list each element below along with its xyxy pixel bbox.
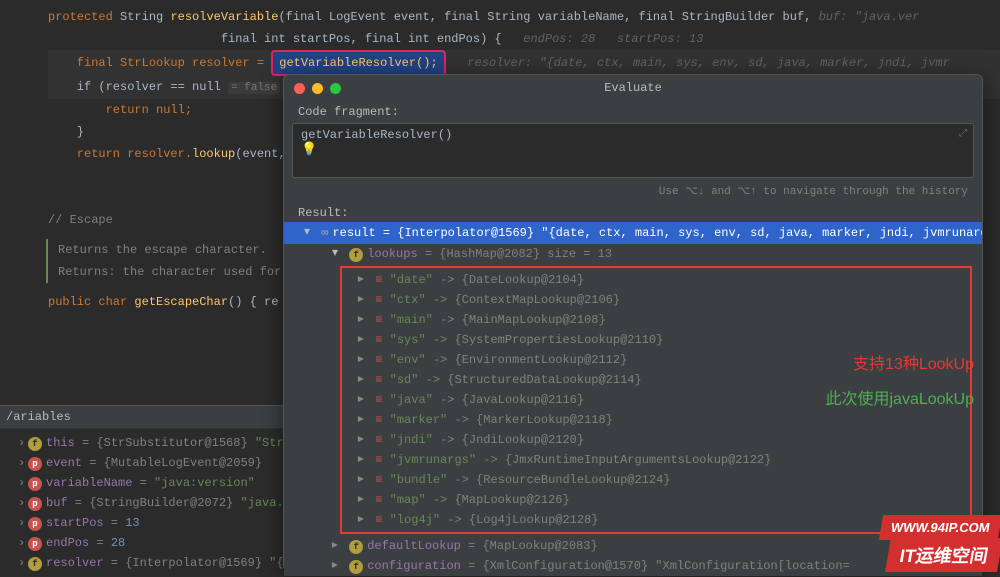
- params2: final int startPos, final int endPos) {: [48, 32, 523, 46]
- variable-row[interactable]: ›pbuf = {StringBuilder@2072} "java.versi…: [0, 493, 310, 513]
- variable-row[interactable]: ›fresolver = {Interpolator@1569} "{date,…: [0, 553, 310, 573]
- evaluate-titlebar[interactable]: Evaluate: [284, 75, 982, 101]
- config-val: = {XmlConfiguration@1570} "XmlConfigurat…: [461, 559, 850, 573]
- variable-row[interactable]: ›pstartPos = 13: [0, 513, 310, 533]
- field-icon: f: [28, 557, 42, 571]
- result-root[interactable]: ▾ ∞result = {Interpolator@1569} "{date, …: [284, 222, 982, 244]
- type-string: String: [120, 10, 170, 24]
- field-icon: f: [28, 437, 42, 451]
- expand-icon[interactable]: ⤢: [959, 128, 967, 140]
- lookup-entry[interactable]: ▾ ≡ "jndi" -> {JndiLookup@2120}: [344, 430, 968, 450]
- getesc-post: () { re: [228, 295, 278, 309]
- window-controls[interactable]: [294, 83, 341, 94]
- param-icon: p: [28, 477, 42, 491]
- highlighted-call[interactable]: getVariableResolver();: [271, 50, 445, 76]
- lookup-entry[interactable]: ▾ ≡ "map" -> {MapLookup@2126}: [344, 490, 968, 510]
- expression-text: getVariableResolver(): [301, 128, 452, 142]
- param-icon: p: [28, 537, 42, 551]
- param-icon: p: [28, 497, 42, 511]
- brace: }: [48, 125, 84, 139]
- defaultlookup-val: = {MapLookup@2083}: [461, 539, 598, 553]
- if-cond: if (resolver == null: [48, 80, 228, 94]
- lookup-entry[interactable]: ▾ ≡ "ctx" -> {ContextMapLookup@2106}: [344, 290, 968, 310]
- variables-title: /ariables: [0, 406, 310, 429]
- defaultlookup-node[interactable]: ▾ fdefaultLookup = {MapLookup@2083}: [284, 536, 982, 556]
- return-pre: return resolver.: [48, 147, 192, 161]
- param-icon: p: [28, 457, 42, 471]
- lookups-node[interactable]: ▾ flookups = {HashMap@2082} size = 13: [284, 244, 982, 264]
- configuration-node[interactable]: ▾ fconfiguration = {XmlConfiguration@157…: [284, 556, 982, 576]
- getvariableresolver-call: getVariableResolver();: [279, 56, 437, 70]
- lookup-args: (event,: [235, 147, 285, 161]
- lookup-entry[interactable]: ▾ ≡ "date" -> {DateLookup@2104}: [344, 270, 968, 290]
- method-name: resolveVariable: [170, 10, 278, 24]
- watermark-brand: IT运维空间: [885, 538, 1000, 572]
- inlay-false: = false: [228, 82, 280, 94]
- expression-input[interactable]: getVariableResolver() ⤢ 💡: [292, 123, 974, 178]
- defaultlookup-name: defaultLookup: [367, 539, 461, 553]
- lookups-val: = {HashMap@2082} size = 13: [418, 247, 612, 261]
- lookup-call: lookup: [192, 147, 235, 161]
- result-root-text: result = {Interpolator@1569} "{date, ctx…: [332, 226, 982, 240]
- inlay-endpos: endPos: 28: [523, 32, 595, 46]
- return-null: return null;: [48, 103, 192, 117]
- field-icon: f: [349, 540, 363, 554]
- lookup-entry[interactable]: ▾ ≡ "main" -> {MainMapLookup@2108}: [344, 310, 968, 330]
- lookup-entry[interactable]: ▾ ≡ "marker" -> {MarkerLookup@2118}: [344, 410, 968, 430]
- annotation-red: 支持13种LookUp: [853, 350, 974, 374]
- getescapechar: getEscapeChar: [134, 295, 228, 309]
- field-icon: f: [349, 248, 363, 262]
- annotation-green: 此次使用javaLookUp: [825, 385, 974, 409]
- lookup-entry[interactable]: ▾ ≡ "sys" -> {SystemPropertiesLookup@211…: [344, 330, 968, 350]
- evaluate-popup[interactable]: Evaluate Code fragment: getVariableResol…: [283, 74, 983, 571]
- config-name: configuration: [367, 559, 461, 573]
- nav-hint: Use ⌥↓ and ⌥↑ to navigate through the hi…: [284, 178, 982, 204]
- zoom-icon[interactable]: [330, 83, 341, 94]
- kw-protected: protected: [48, 10, 120, 24]
- variable-row[interactable]: ›fthis = {StrSubstitutor@1568} "StrSubst…: [0, 433, 310, 453]
- variable-row[interactable]: ›pendPos = 28: [0, 533, 310, 553]
- variable-row[interactable]: ›pvariableName = "java:version": [0, 473, 310, 493]
- variables-body[interactable]: ›fthis = {StrSubstitutor@1568} "StrSubst…: [0, 429, 310, 577]
- evaluate-title: Evaluate: [604, 81, 662, 95]
- bulb-icon[interactable]: 💡: [301, 142, 965, 157]
- lookups-name: lookups: [367, 247, 417, 261]
- escape-comment: // Escape: [48, 213, 113, 227]
- lookup-entry[interactable]: ▾ ≡ "jvmrunargs" -> {JmxRuntimeInputArgu…: [344, 450, 968, 470]
- result-label: Result:: [284, 204, 982, 222]
- inlay-startpos: startPos: 13: [595, 32, 703, 46]
- minimize-icon[interactable]: [312, 83, 323, 94]
- variable-row[interactable]: ›pevent = {MutableLogEvent@2059}: [0, 453, 310, 473]
- params: (final LogEvent event, final String vari…: [278, 10, 818, 24]
- public-char: public char: [48, 295, 134, 309]
- variables-panel[interactable]: /ariables ›fthis = {StrSubstitutor@1568}…: [0, 405, 310, 577]
- resolver-decl: final StrLookup resolver =: [48, 56, 271, 70]
- param-icon: p: [28, 517, 42, 531]
- watermark-url: WWW.94IP.COM: [879, 515, 1000, 540]
- fragment-label: Code fragment:: [284, 101, 982, 123]
- lookup-entry[interactable]: ▾ ≡ "log4j" -> {Log4jLookup@2128}: [344, 510, 968, 530]
- close-icon[interactable]: [294, 83, 305, 94]
- link-icon: ∞: [321, 226, 328, 240]
- inlay-resolver: resolver: "{date, ctx, main, sys, env, s…: [446, 56, 950, 70]
- lookup-entry[interactable]: ▾ ≡ "bundle" -> {ResourceBundleLookup@21…: [344, 470, 968, 490]
- inlay-hint: buf: "java.ver: [819, 10, 920, 24]
